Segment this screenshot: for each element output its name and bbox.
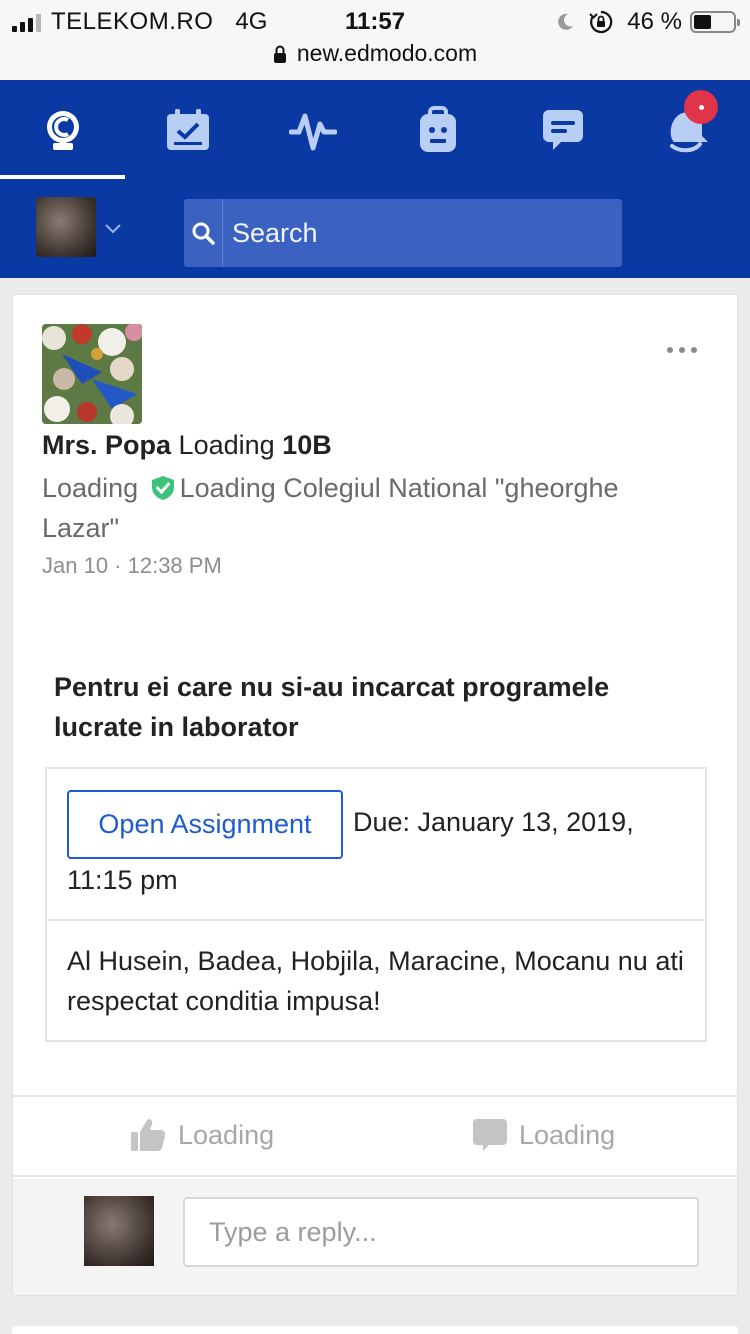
search-button[interactable] [184,199,223,267]
more-options-icon[interactable] [667,347,697,353]
due-date: Due: January 13, 2019, [353,807,634,837]
url-text: new.edmodo.com [296,40,478,66]
tab-messages[interactable] [500,80,625,180]
thumbs-up-icon [131,1119,166,1151]
battery-icon [690,11,740,33]
search-bar[interactable] [184,199,622,267]
school-prefix: Loading [42,473,139,503]
nav-subbar [0,197,750,267]
comment-button[interactable]: Loading [471,1117,615,1153]
notification-badge [684,90,718,124]
post-title: Pentru ei care nu si-au incarcat program… [54,672,610,742]
group-name[interactable]: 10B [282,430,332,460]
author-link-word: Loading [178,430,275,460]
tab-backpack[interactable] [375,80,500,180]
flowers-image [42,324,142,424]
chevron-down-icon[interactable] [104,219,122,237]
nav-tabs [0,80,750,180]
like-label: Loading [178,1119,275,1150]
post-actions: Loading Loading [13,1095,737,1177]
top-navbar [0,80,750,278]
author-name[interactable]: Mrs. Popa [42,430,171,460]
status-right: 46 % [555,8,740,36]
progress-icon [288,113,337,151]
avatar [84,1196,154,1266]
open-assignment-button[interactable]: Open Assignment [67,790,343,859]
planner-icon [166,109,209,150]
tab-home[interactable] [0,80,125,180]
padlock-icon [273,45,286,63]
due-time: 11:15 pm [67,865,178,895]
assignment-box: Open Assignment Due: January 13, 2019, 1… [45,767,707,1042]
messages-icon [542,110,583,150]
post-card: Mrs. Popa Loading 10B Loading Loading Co… [12,294,738,1296]
post-author-avatar[interactable] [42,324,142,424]
post-school-line: Loading Loading Colegiul National "gheor… [42,468,682,548]
reply-row [13,1179,737,1295]
backpack-icon [419,106,456,152]
post-author-line: Mrs. Popa Loading 10B [42,430,332,461]
moon-icon [558,13,574,30]
tab-planner[interactable] [125,80,250,180]
assignment-header: Open Assignment Due: January 13, 2019, 1… [47,769,705,921]
post-timestamp: Jan 10 · 12:38 PM [42,553,222,578]
next-post-card [12,1326,738,1334]
search-input[interactable] [232,213,602,253]
verified-shield-icon [151,476,174,500]
url-bar[interactable]: new.edmodo.com [0,40,750,67]
assignment-message: Al Husein, Badea, Hobjila, Maracine, Moc… [67,946,684,1016]
comment-label: Loading [519,1119,616,1150]
active-tab-indicator [0,175,125,179]
battery-percent: 46 % [627,8,682,35]
reply-input[interactable] [183,1197,699,1267]
home-icon [46,111,79,150]
avatar[interactable] [36,197,96,257]
search-icon [192,222,215,245]
tab-progress[interactable] [250,80,375,180]
comment-icon [473,1119,507,1151]
rotation-lock-icon [589,10,613,34]
like-button[interactable]: Loading [130,1117,274,1153]
status-bar: TELEKOM.RO 4G 11:57 46 % new.edmodo.com [0,0,750,80]
